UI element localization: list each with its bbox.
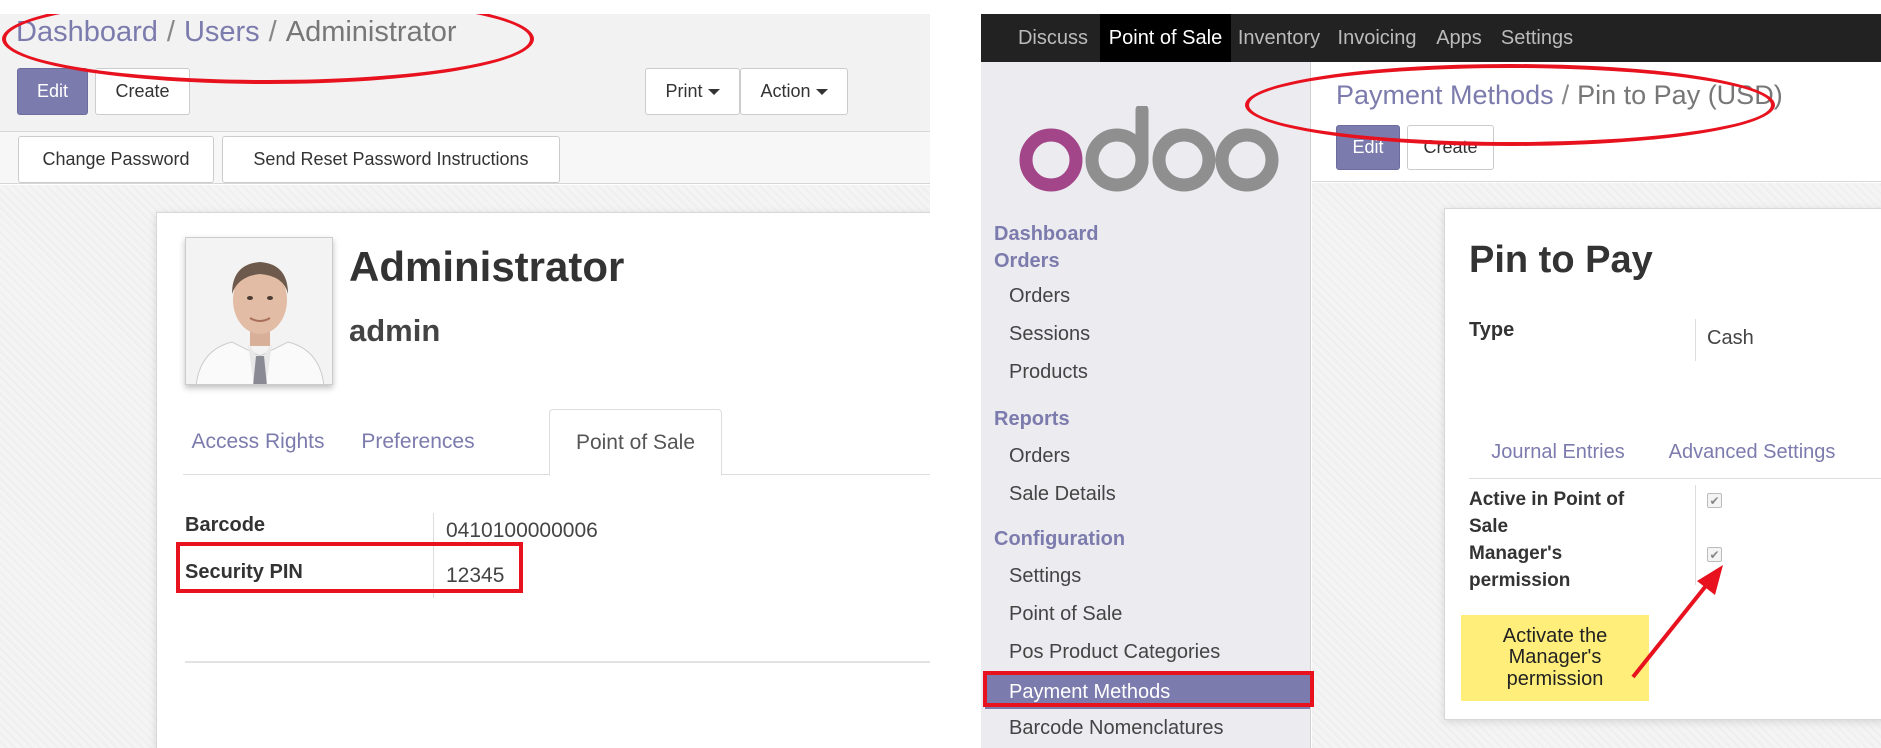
- sidebar-item-orders[interactable]: Orders: [1009, 285, 1070, 308]
- avatar[interactable]: [185, 237, 333, 385]
- action-label: Action: [760, 81, 811, 101]
- caret-down-icon: [707, 88, 720, 95]
- annotation-arrow-icon: [1631, 565, 1723, 679]
- change-password-button[interactable]: Change Password: [18, 136, 214, 183]
- active-in-pos-checkbox[interactable]: ✔: [1707, 493, 1722, 508]
- menu-inventory[interactable]: Inventory: [1231, 14, 1327, 62]
- active-in-pos-label: Active in Point of Sale: [1469, 489, 1625, 537]
- tab-journal-entries[interactable]: Journal Entries: [1469, 425, 1647, 479]
- form-sheet: Administrator admin Access Rights Prefer…: [156, 212, 930, 748]
- highlight-box-security-pin: [176, 542, 523, 593]
- sidebar-heading-configuration[interactable]: Configuration: [994, 528, 1125, 551]
- sidebar-item-settings[interactable]: Settings: [1009, 565, 1081, 588]
- highlight-box-payment-methods: [983, 671, 1314, 707]
- print-button[interactable]: Print: [645, 68, 740, 115]
- print-label: Print: [665, 81, 703, 101]
- barcode-value[interactable]: 0410100000006: [446, 519, 598, 543]
- barcode-label: Barcode: [185, 514, 266, 536]
- notebook-tabs: Journal Entries Advanced Settings: [1469, 425, 1881, 479]
- field-divider: [1695, 319, 1696, 361]
- sidebar-item-products[interactable]: Products: [1009, 361, 1088, 384]
- sidebar-heading-reports[interactable]: Reports: [994, 408, 1070, 431]
- action-button[interactable]: Action: [740, 68, 848, 115]
- tab-point-of-sale[interactable]: Point of Sale: [549, 409, 722, 476]
- sidebar-item-sale-details[interactable]: Sale Details: [1009, 483, 1116, 506]
- type-value[interactable]: Cash: [1707, 327, 1754, 350]
- status-bar: Change Password Send Reset Password Inst…: [0, 132, 930, 184]
- sidebar-item-point-of-sale[interactable]: Point of Sale: [1009, 603, 1122, 626]
- highlight-oval-breadcrumb: [1245, 64, 1775, 146]
- send-reset-password-button[interactable]: Send Reset Password Instructions: [222, 136, 560, 183]
- tab-advanced-settings[interactable]: Advanced Settings: [1657, 425, 1847, 479]
- separator-line: [185, 661, 930, 663]
- menu-discuss[interactable]: Discuss: [999, 14, 1107, 62]
- sidebar-item-sessions[interactable]: Sessions: [1009, 323, 1090, 346]
- payment-method-form-view: Discuss Point of Sale Inventory Invoicin…: [981, 14, 1881, 748]
- menu-apps[interactable]: Apps: [1427, 14, 1491, 62]
- sidebar-item-pos-product-categories[interactable]: Pos Product Categories: [1009, 641, 1220, 664]
- user-photo: [186, 238, 332, 384]
- type-label: Type: [1469, 319, 1515, 341]
- checkmark-icon: ✔: [1709, 493, 1720, 508]
- edit-button[interactable]: Edit: [17, 68, 88, 115]
- user-form-view: Dashboard / Users / Administrator Edit Creat…: [0, 14, 930, 748]
- sidebar-item-barcode-nomenclatures[interactable]: Barcode Nomenclatures: [1009, 717, 1224, 740]
- sidebar-dashboard[interactable]: Dashboard: [994, 223, 1098, 246]
- tab-access-rights[interactable]: Access Rights: [183, 409, 333, 475]
- odoo-logo: odoo: [1019, 106, 1279, 192]
- user-login: admin: [349, 313, 441, 348]
- sidebar: odoo Dashboard Orders Orders Sessions Pr…: [981, 62, 1311, 748]
- user-name: Administrator: [349, 243, 625, 290]
- sidebar-heading-orders[interactable]: Orders: [994, 250, 1060, 273]
- record-title: Pin to Pay: [1469, 239, 1653, 281]
- top-menu-bar: Discuss Point of Sale Inventory Invoicin…: [981, 14, 1881, 62]
- sidebar-item-report-orders[interactable]: Orders: [1009, 445, 1070, 468]
- menu-point-of-sale[interactable]: Point of Sale: [1100, 14, 1231, 62]
- menu-invoicing[interactable]: Invoicing: [1327, 14, 1427, 62]
- tab-preferences[interactable]: Preferences: [343, 409, 493, 475]
- menu-settings[interactable]: Settings: [1491, 14, 1583, 62]
- notebook-tabs: Access Rights Preferences Point of Sale: [183, 409, 930, 476]
- caret-down-icon: [815, 88, 828, 95]
